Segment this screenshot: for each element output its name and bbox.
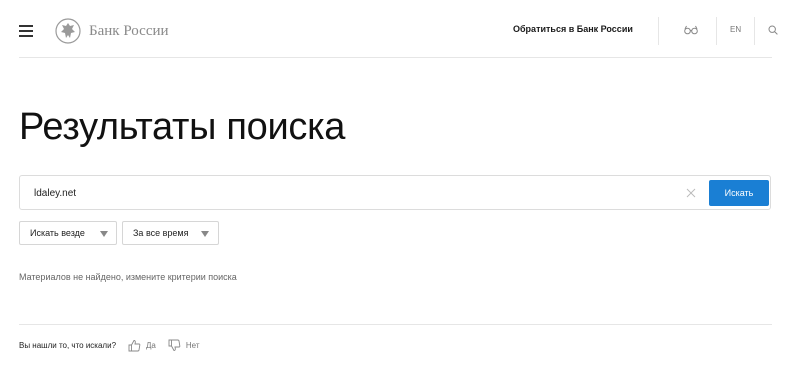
clear-icon[interactable] bbox=[686, 188, 696, 198]
site-header: Банк России Обратиться в Банк России EN bbox=[19, 0, 778, 58]
chevron-down-icon bbox=[100, 231, 108, 237]
feedback-question: Вы нашли то, что искали? bbox=[19, 340, 117, 350]
feedback-yes-button[interactable]: Да bbox=[128, 339, 156, 352]
feedback-bar: Вы нашли то, что искали? Да Нет bbox=[19, 337, 200, 353]
search-box: Искать bbox=[19, 175, 771, 210]
logo-text: Банк России bbox=[89, 22, 169, 39]
bank-emblem-icon bbox=[55, 18, 81, 44]
eye-icon[interactable] bbox=[684, 24, 698, 36]
no-results-message: Материалов не найдено, измените критерии… bbox=[19, 272, 237, 282]
scope-dropdown-label: Искать везде bbox=[30, 228, 85, 238]
header-divider bbox=[716, 17, 717, 45]
scope-dropdown[interactable]: Искать везде bbox=[19, 221, 117, 245]
feedback-yes-label: Да bbox=[146, 340, 156, 350]
contact-bank-link[interactable]: Обратиться в Банк России bbox=[513, 24, 633, 34]
feedback-no-button[interactable]: Нет bbox=[168, 339, 200, 352]
search-input[interactable] bbox=[34, 182, 674, 204]
header-divider bbox=[754, 17, 755, 45]
thumbs-down-icon bbox=[168, 339, 181, 351]
divider bbox=[19, 324, 772, 325]
chevron-down-icon bbox=[201, 231, 209, 237]
search-icon[interactable] bbox=[768, 25, 778, 35]
period-dropdown[interactable]: За все время bbox=[122, 221, 219, 245]
search-button[interactable]: Искать bbox=[709, 180, 769, 206]
thumbs-up-icon bbox=[128, 339, 141, 351]
page-title: Результаты поиска bbox=[19, 106, 346, 148]
period-dropdown-label: За все время bbox=[133, 228, 189, 238]
feedback-no-label: Нет bbox=[185, 340, 200, 350]
header-divider bbox=[658, 17, 659, 45]
menu-icon[interactable] bbox=[19, 25, 33, 37]
bank-logo[interactable]: Банк России bbox=[55, 17, 169, 45]
language-switch[interactable]: EN bbox=[730, 25, 741, 34]
